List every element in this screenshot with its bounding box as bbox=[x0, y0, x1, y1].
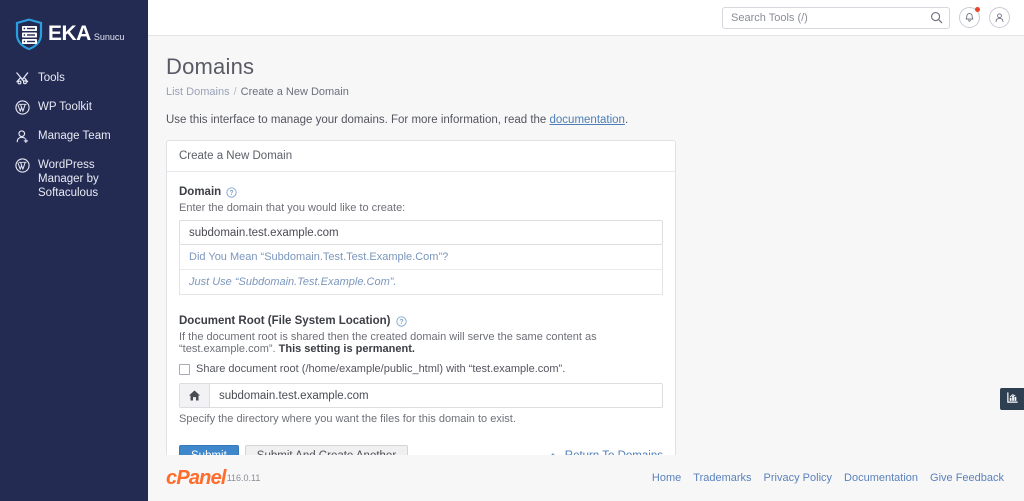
cpanel-version: 116.0.11 bbox=[226, 473, 261, 483]
footer-link-privacy-policy[interactable]: Privacy Policy bbox=[764, 472, 832, 484]
breadcrumb-current: Create a New Domain bbox=[240, 86, 349, 98]
wordpress-icon bbox=[14, 100, 31, 115]
share-document-root-checkbox[interactable] bbox=[179, 363, 190, 375]
sidebar-item-label: Manage Team bbox=[38, 130, 111, 142]
home-icon bbox=[180, 384, 210, 407]
svg-text:?: ? bbox=[399, 319, 403, 326]
breadcrumb-separator: / bbox=[233, 86, 237, 98]
sidebar-item-label: Tools bbox=[38, 72, 65, 84]
document-root-label-row: Document Root (File System Location) ? bbox=[179, 315, 663, 327]
form-actions: Submit Submit And Create Another Return … bbox=[179, 445, 663, 455]
footer-link-documentation[interactable]: Documentation bbox=[844, 472, 918, 484]
submit-button[interactable]: Submit bbox=[179, 445, 239, 455]
arrow-back-icon bbox=[549, 451, 560, 455]
brand-suffix: Sunucu bbox=[93, 32, 125, 42]
footer-link-give-feedback[interactable]: Give Feedback bbox=[930, 472, 1004, 484]
notification-badge bbox=[975, 7, 980, 12]
footer: cPanel 116.0.11 Home Trademarks Privacy … bbox=[148, 455, 1024, 501]
sidebar-nav: Tools WP Toolkit Manage Team WordPress M… bbox=[0, 64, 148, 207]
bell-icon bbox=[965, 13, 974, 22]
app-root: EKA Sunucu Tools WP Toolkit Manage Team … bbox=[0, 0, 1024, 501]
documentation-link[interactable]: documentation bbox=[550, 114, 625, 126]
brand-name: EKA bbox=[48, 22, 91, 45]
notifications-button[interactable] bbox=[959, 7, 980, 28]
wordpress-icon bbox=[14, 158, 31, 173]
suggestion-did-you-mean[interactable]: Did You Mean “Subdomain.Test.Test.Exampl… bbox=[180, 245, 662, 269]
manage-team-icon bbox=[14, 129, 31, 144]
share-document-root-label: Share document root (/home/example/publi… bbox=[196, 363, 566, 375]
user-icon bbox=[995, 13, 1004, 22]
submit-and-create-another-button[interactable]: Submit And Create Another bbox=[244, 445, 409, 455]
sidebar-item-manage-team[interactable]: Manage Team bbox=[14, 122, 148, 151]
brand-logo[interactable]: EKA Sunucu bbox=[0, 0, 148, 52]
main-area: Domains List Domains/Create a New Domain… bbox=[148, 0, 1024, 501]
footer-link-trademarks[interactable]: Trademarks bbox=[693, 472, 751, 484]
sidebar-item-tools[interactable]: Tools bbox=[14, 64, 148, 93]
statistics-chart-icon bbox=[1006, 391, 1019, 407]
tools-icon bbox=[14, 71, 31, 86]
create-domain-card: Create a New Domain Domain ? Enter the d… bbox=[166, 140, 676, 455]
document-root-input-group bbox=[179, 383, 663, 408]
search-container bbox=[722, 6, 950, 29]
sidebar-item-wp-toolkit[interactable]: WP Toolkit bbox=[14, 93, 148, 122]
card-body: Domain ? Enter the domain that you would… bbox=[167, 172, 675, 455]
shield-server-icon bbox=[12, 17, 46, 51]
content-area: Domains List Domains / Create a New Domain… bbox=[148, 36, 1024, 455]
footer-link-home[interactable]: Home bbox=[652, 472, 681, 484]
search-input[interactable] bbox=[722, 6, 950, 29]
suggestion-just-use[interactable]: Just Use “Subdomain.Test.Example.Com”. bbox=[180, 269, 662, 294]
domain-hint: Enter the domain that you would like to … bbox=[179, 202, 406, 214]
sidebar-item-label: WP Toolkit bbox=[38, 101, 92, 113]
domain-input[interactable] bbox=[179, 220, 663, 245]
svg-text:?: ? bbox=[230, 190, 234, 197]
intro-suffix: . bbox=[624, 114, 629, 126]
sidebar-item-wordpress-manager[interactable]: WordPress Manager by Softaculous bbox=[14, 151, 148, 207]
breadcrumb: List Domains / Create a New Domain bbox=[166, 86, 1024, 98]
domain-label-row: Domain ? bbox=[179, 186, 663, 198]
footer-links: Home Trademarks Privacy Policy Documenta… bbox=[652, 472, 1004, 484]
document-root-hint: If the document root is shared then the … bbox=[179, 331, 663, 355]
document-root-below-hint: Specify the directory where you want the… bbox=[179, 413, 516, 425]
card-title: Create a New Domain bbox=[167, 141, 675, 172]
question-circle-icon[interactable]: ? bbox=[395, 315, 407, 327]
question-circle-icon[interactable]: ? bbox=[226, 186, 237, 198]
sidebar: EKA Sunucu Tools WP Toolkit Manage Team … bbox=[0, 0, 148, 501]
intro-prefix: Use this interface to manage your domain… bbox=[166, 114, 550, 126]
intro-text: Use this interface to manage your domain… bbox=[166, 114, 1024, 126]
cpanel-logo: cPanel bbox=[166, 466, 226, 489]
domain-label: Domain bbox=[179, 186, 222, 198]
share-document-root-row[interactable]: Share document root (/home/example/publi… bbox=[179, 363, 663, 375]
return-to-domains-link[interactable]: Return To Domains bbox=[549, 450, 663, 455]
page-title: Domains bbox=[166, 54, 255, 79]
return-to-domains-label: Return To Domains bbox=[565, 450, 663, 455]
account-button[interactable] bbox=[989, 7, 1010, 28]
breadcrumb-parent-link[interactable]: List Domains bbox=[166, 86, 230, 98]
document-root-label: Document Root (File System Location) bbox=[179, 315, 391, 327]
statistics-widget-tab[interactable] bbox=[1000, 388, 1024, 410]
sidebar-item-label: WordPress Manager by Softaculous bbox=[38, 159, 99, 199]
topbar bbox=[148, 0, 1024, 36]
document-root-input[interactable] bbox=[210, 384, 662, 407]
domain-suggestions: Did You Mean “Subdomain.Test.Test.Exampl… bbox=[179, 245, 663, 295]
permanent-setting-note: This setting is permanent. bbox=[278, 343, 415, 355]
